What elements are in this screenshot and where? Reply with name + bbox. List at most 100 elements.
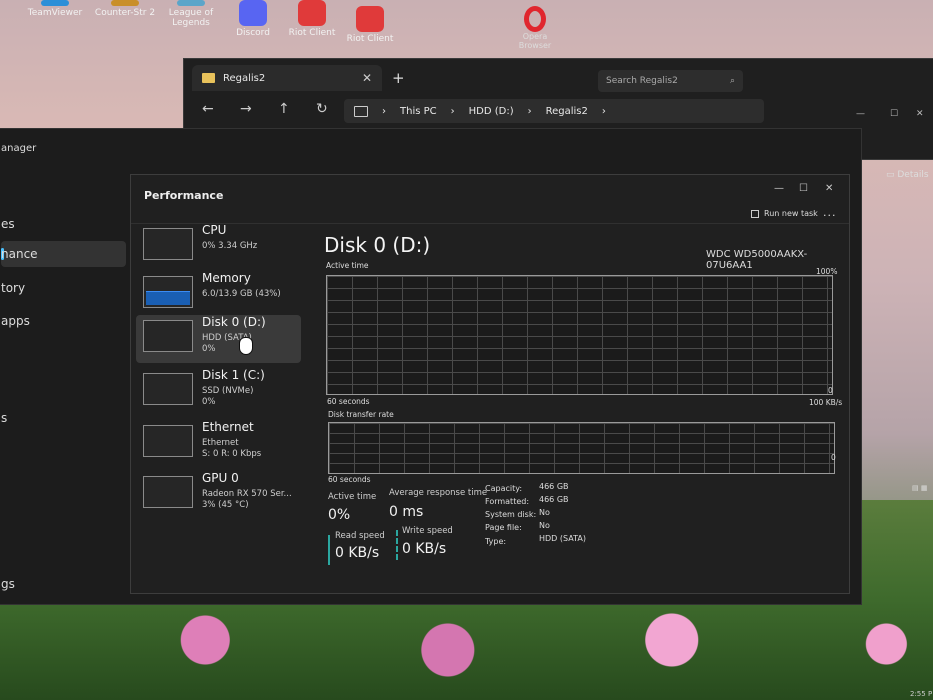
sidebar-item-startup-apps[interactable]: apps [1,314,30,328]
details-label: Details [897,170,929,180]
view-toggle-icons[interactable]: ▤ ▦ [912,484,927,492]
sidebar-item-processes[interactable]: es [1,217,15,231]
ethernet-mini-graph [143,425,193,457]
avg-response-label: Average response time [389,488,488,498]
read-speed-label: Read speed [335,531,385,541]
formatted-label: Formatted: [485,497,530,506]
more-options-icon[interactable]: ··· [823,209,837,222]
device-name: Disk 1 (C:) [202,368,265,382]
opera-icon [524,6,546,32]
device-detail: 6.0/13.9 GB (43%) [202,289,281,299]
riot-client-icon [298,0,326,26]
refresh-icon[interactable]: ↻ [316,101,328,117]
sidebar-item-services[interactable]: s [1,411,7,425]
device-cpu[interactable]: CPU 0% 3.34 GHz [136,223,301,271]
active-time-span: 60 seconds [327,397,370,406]
new-tab-button[interactable]: + [392,69,405,87]
device-usage: 0% [202,344,216,354]
device-name: GPU 0 [202,471,239,485]
desktop-icon-label: Opera Browser [518,32,552,50]
sidebar-item-app-history[interactable]: tory [1,281,25,295]
write-speed-label: Write speed [402,526,453,536]
device-name: CPU [202,223,227,237]
device-memory[interactable]: Memory 6.0/13.9 GB (43%) [136,271,301,319]
back-arrow-icon[interactable]: ← [202,101,214,117]
write-speed-indicator [396,530,398,560]
desktop-icon-opera[interactable]: Opera Browser [515,6,555,50]
details-button[interactable]: ▭ Details [886,170,929,180]
close-button[interactable]: ✕ [825,183,833,194]
maximize-button[interactable]: ☐ [799,183,808,194]
device-usage: 0% [202,397,216,407]
forward-arrow-icon[interactable]: → [240,101,252,117]
chevron-right-icon: › [527,105,532,117]
desktop-icon-teamviewer[interactable]: TeamViewer [20,0,90,18]
device-ethernet[interactable]: Ethernet Ethernet S: 0 R: 0 Kbps [136,420,301,468]
taskbar-clock: 2:55 P [910,690,933,698]
folder-icon [202,73,215,83]
transfer-rate-graph [328,422,835,474]
close-tab-icon[interactable]: ✕ [362,71,372,85]
device-disk-1[interactable]: Disk 1 (C:) SSD (NVMe) 0% [136,368,301,416]
device-detail: Ethernet [202,438,239,448]
window-title: anager [1,143,37,154]
transfer-rate-graph-label: Disk transfer rate [328,410,394,419]
desktop-icon-label: TeamViewer [27,8,83,18]
device-disk-0[interactable]: Disk 0 (D:) HDD (SATA) 0% [136,315,301,363]
address-bar[interactable]: › This PC › HDD (D:) › Regalis2 › [344,99,764,123]
desktop-icon-league[interactable]: League of Legends [156,0,226,28]
maximize-button[interactable]: ☐ [890,109,898,119]
device-detail: 0% 3.34 GHz [202,241,258,251]
system-disk-value: No [539,508,550,517]
breadcrumb-this-pc[interactable]: This PC [400,106,437,117]
run-new-task-button[interactable]: Run new task [751,209,818,218]
device-name: Disk 0 (D:) [202,315,266,329]
sidebar-item-performance[interactable]: nance [1,247,38,261]
device-gpu-0[interactable]: GPU 0 Radeon RX 570 Ser... 3% (45 °C) [136,471,301,519]
device-name: Memory [202,271,251,285]
transfer-rate-span: 60 seconds [328,475,371,484]
disk-title: Disk 0 (D:) [324,233,431,257]
active-time-min: 0 [828,386,833,395]
performance-title: Performance [144,189,224,202]
capacity-value: 466 GB [539,482,569,491]
league-icon [177,0,205,6]
chevron-right-icon: › [382,105,386,117]
memory-mini-graph [143,276,193,308]
transfer-rate-min: 0 [831,453,836,462]
device-name: Ethernet [202,420,254,434]
capacity-label: Capacity: [485,484,523,493]
device-detail: SSD (NVMe) [202,386,254,396]
device-detail: Radeon RX 570 Ser... [202,489,292,499]
run-new-task-label: Run new task [764,209,818,218]
riot-client-icon [356,6,384,32]
breadcrumb-folder[interactable]: Regalis2 [546,106,588,117]
read-speed-indicator [328,535,330,565]
desktop-icon-counter-strike[interactable]: Counter-Str 2 [90,0,160,18]
chevron-right-icon: › [450,105,455,117]
close-button[interactable]: ✕ [916,109,924,119]
active-time-graph [326,275,833,395]
search-icon: ⌕ [729,76,735,86]
page-file-value: No [539,521,550,530]
explorer-tab[interactable]: Regalis2 ✕ [192,65,382,91]
transfer-rate-max: 100 KB/s [809,398,843,407]
desktop-icon-label: Riot Client [288,28,336,38]
disk0-mini-graph [143,320,193,352]
performance-window: Performance — ☐ ✕ Run new task ··· CPU 0… [130,174,850,594]
run-task-icon [751,209,759,218]
minimize-button[interactable]: — [856,109,865,119]
type-value: HDD (SATA) [539,534,586,543]
chevron-right-icon: › [601,105,606,117]
teamviewer-icon [41,0,69,6]
tab-title: Regalis2 [223,72,266,84]
search-placeholder: Search Regalis2 [606,76,678,86]
discord-icon [239,0,267,26]
up-arrow-icon[interactable]: ↑ [278,101,290,117]
breadcrumb-hdd[interactable]: HDD (D:) [469,106,514,117]
minimize-button[interactable]: — [774,183,784,194]
avg-response-value: 0 ms [389,504,424,520]
search-input[interactable]: Search Regalis2 ⌕ [598,70,743,92]
sidebar-item-settings[interactable]: gs [1,577,15,591]
desktop-icon-riot-client-2[interactable]: Riot Client [335,0,405,44]
